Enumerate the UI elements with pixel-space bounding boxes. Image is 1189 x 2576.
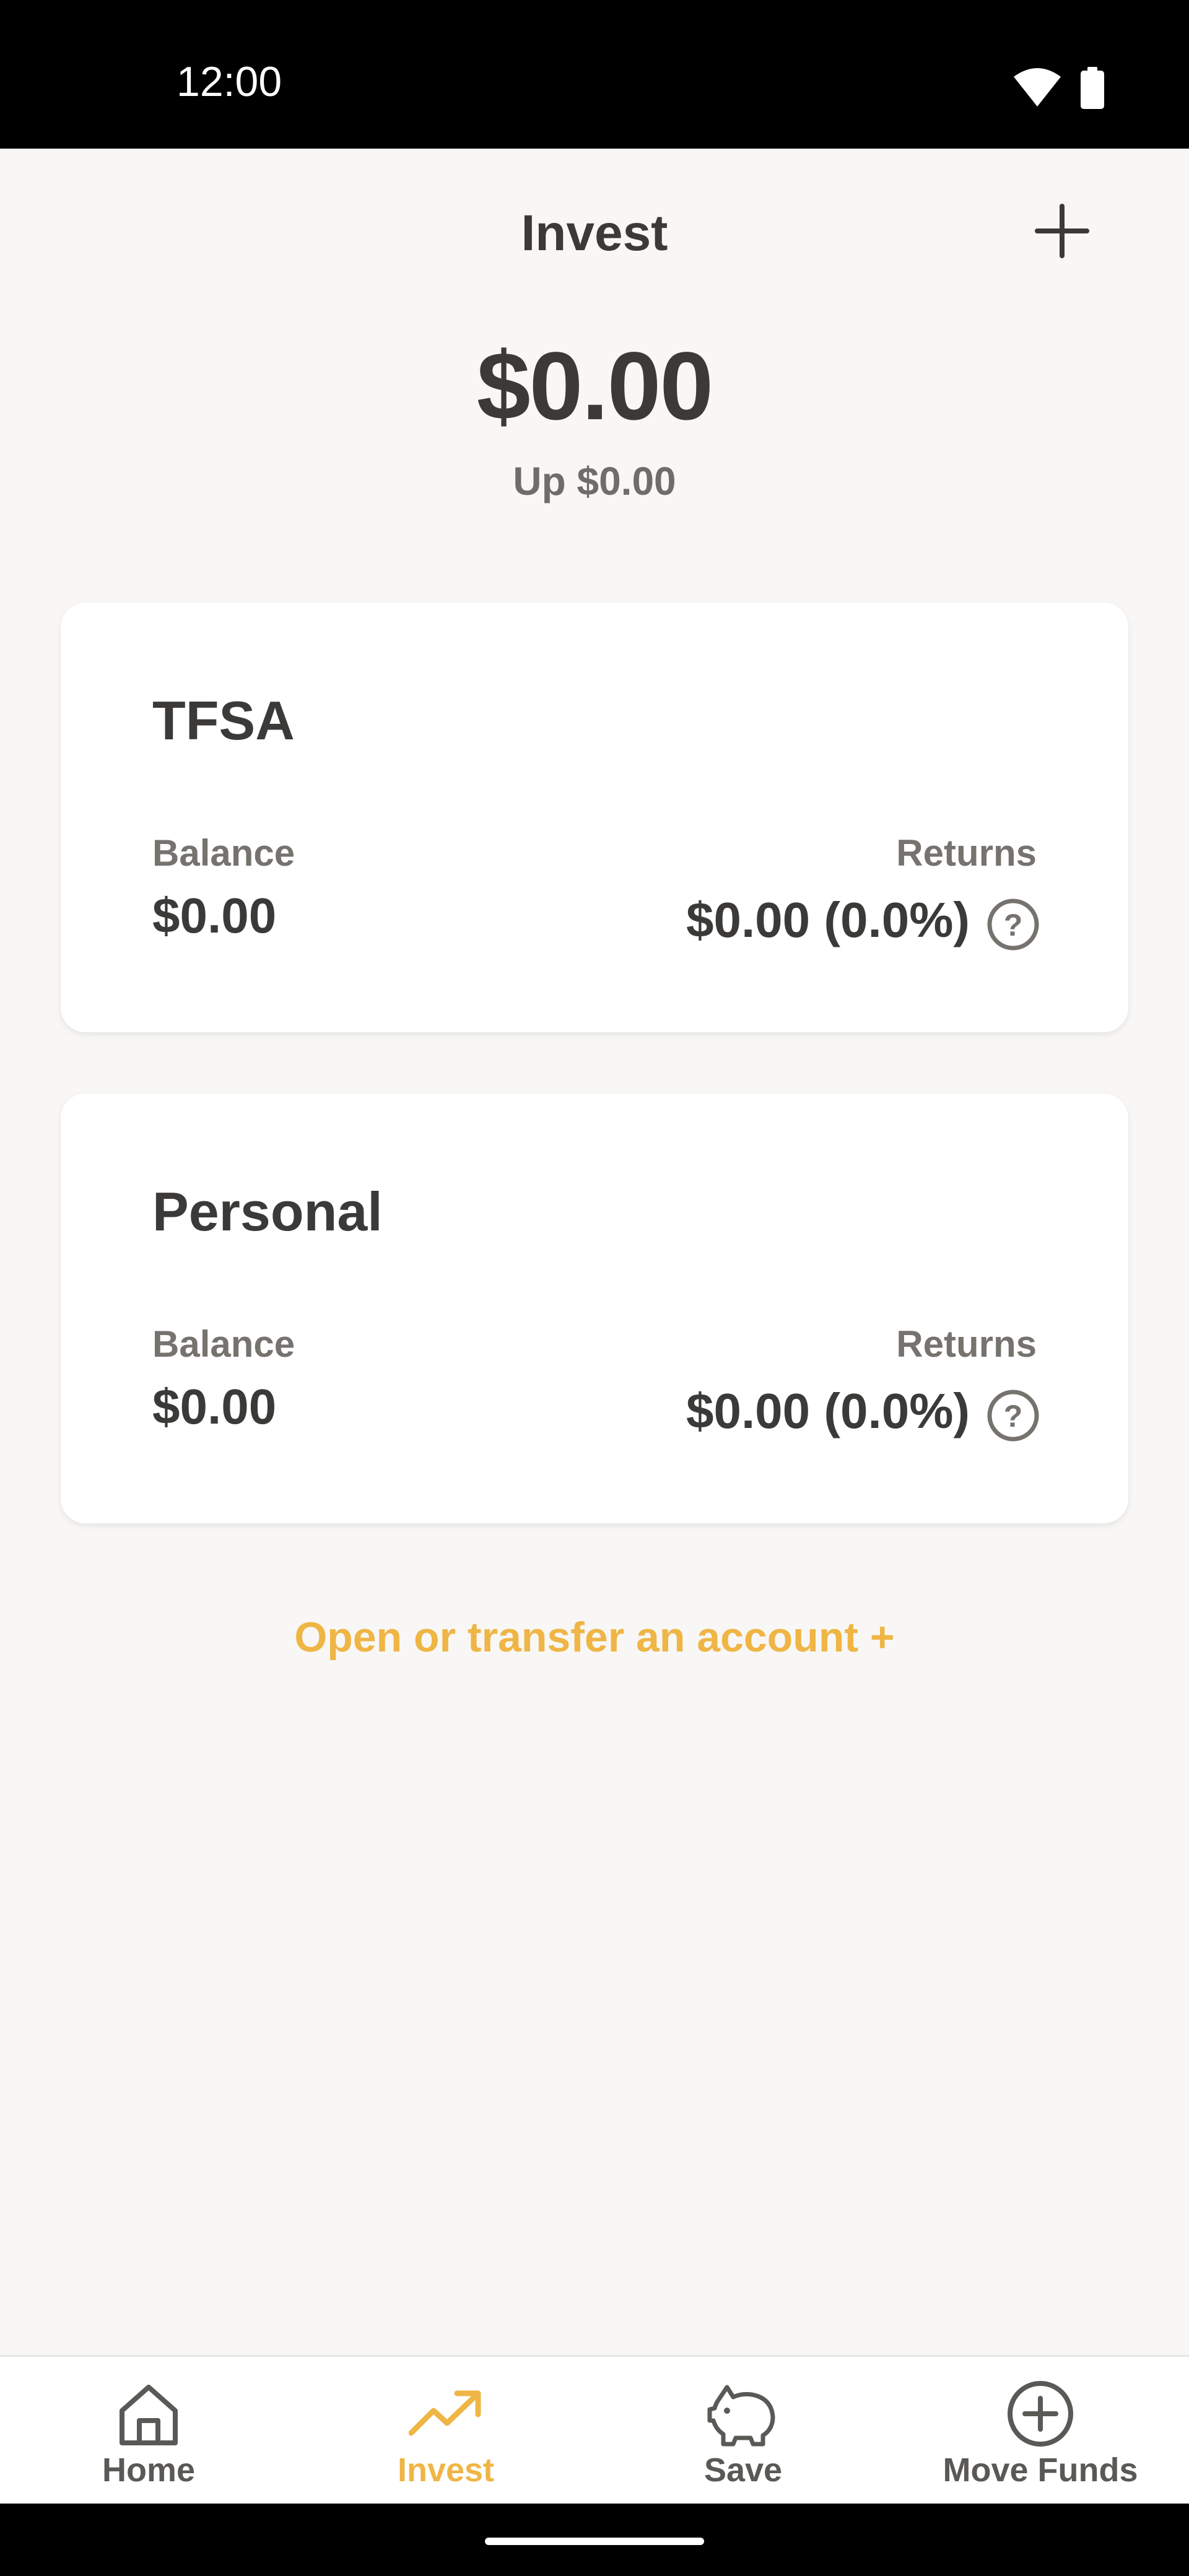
returns-row: $0.00 (0.0%) ?: [686, 1378, 1042, 1444]
help-icon[interactable]: ?: [985, 1387, 1042, 1444]
returns-value: $0.00 (0.0%): [686, 1383, 970, 1438]
balance-value: $0.00: [152, 888, 277, 943]
returns-value: $0.00 (0.0%): [686, 892, 970, 947]
nav-move-funds[interactable]: Move Funds: [892, 2357, 1189, 2504]
returns-row: $0.00 (0.0%) ?: [686, 887, 1042, 953]
nav-label: Save: [703, 2452, 783, 2489]
svg-text:?: ?: [1004, 908, 1023, 942]
home-icon: [111, 2377, 186, 2451]
account-card-tfsa[interactable]: TFSA Balance Returns $0.00 $0.00 (0.0%) …: [61, 603, 1128, 1032]
status-icons: [1013, 67, 1105, 112]
add-circle-icon: [1003, 2377, 1078, 2451]
plus-icon: [1034, 203, 1090, 262]
add-account-button[interactable]: [1028, 198, 1096, 266]
home-gesture-handle[interactable]: [485, 2538, 704, 2545]
account-name: TFSA: [152, 690, 295, 751]
help-icon[interactable]: ?: [985, 896, 1042, 953]
nav-label: Invest: [397, 2452, 495, 2489]
bottom-navigation: Home Invest Save Move Funds: [0, 2355, 1189, 2504]
piggy-bank-icon: [706, 2377, 780, 2451]
open-or-transfer-account-link[interactable]: Open or transfer an account +: [0, 1613, 1189, 1661]
total-balance: $0.00: [476, 333, 713, 440]
balance-label: Balance: [152, 832, 295, 874]
status-time: 12:00: [176, 58, 282, 105]
trending-up-icon: [409, 2377, 483, 2451]
gesture-bar: [0, 2504, 1189, 2576]
returns-label: Returns: [896, 832, 1037, 874]
page-title: Invest: [521, 205, 668, 261]
balance-label: Balance: [152, 1323, 295, 1365]
account-card-personal[interactable]: Personal Balance Returns $0.00 $0.00 (0.…: [61, 1094, 1128, 1523]
battery-icon: [1079, 67, 1105, 112]
nav-invest[interactable]: Invest: [297, 2357, 594, 2504]
svg-text:?: ?: [1004, 1399, 1023, 1434]
nav-save[interactable]: Save: [594, 2357, 892, 2504]
nav-home[interactable]: Home: [0, 2357, 297, 2504]
nav-label: Move Funds: [943, 2452, 1138, 2489]
account-name: Personal: [152, 1181, 383, 1242]
total-change: Up $0.00: [513, 459, 676, 503]
wifi-icon: [1013, 68, 1062, 111]
balance-value: $0.00: [152, 1379, 277, 1434]
nav-label: Home: [102, 2452, 196, 2489]
returns-label: Returns: [896, 1323, 1037, 1365]
status-bar: 12:00: [0, 0, 1189, 149]
